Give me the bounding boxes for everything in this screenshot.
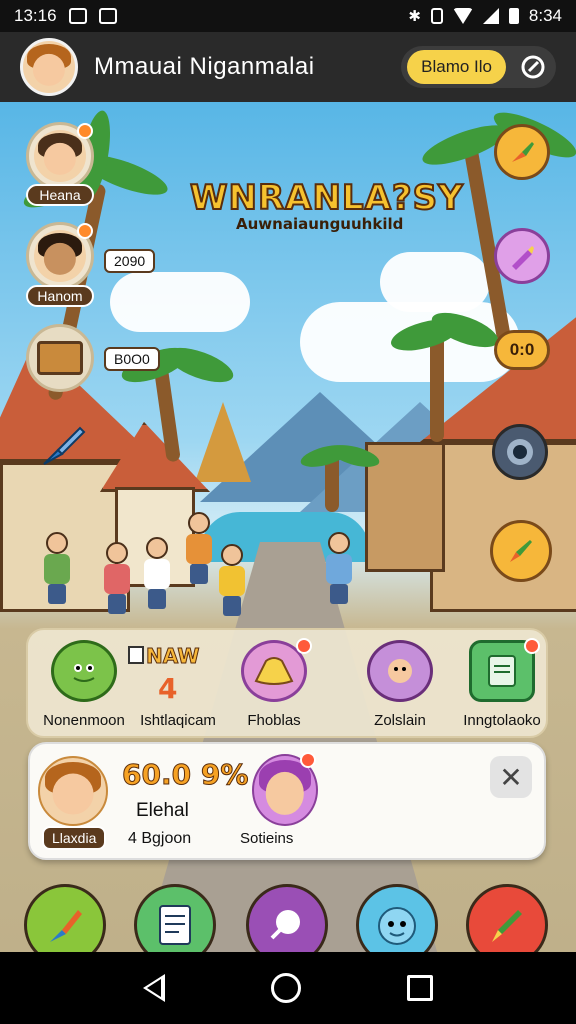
item-label: Nonenmoon [43, 712, 125, 729]
profile-name-badge: Llaxdia [42, 826, 107, 850]
item-label: Ishtlaqicam [140, 712, 216, 729]
battery-icon [508, 8, 519, 24]
header-pill: Blamo Ilo [401, 46, 556, 88]
camera-button[interactable] [492, 424, 548, 480]
paintbrush-icon [43, 426, 86, 465]
back-icon[interactable] [143, 974, 165, 1002]
villager[interactable] [40, 532, 74, 604]
status-time-left: 13:16 [14, 6, 57, 25]
paint-button[interactable] [494, 124, 550, 180]
notification-badge [296, 638, 312, 654]
villager[interactable] [215, 544, 249, 616]
player-name: Mmauai Niganmalai [94, 53, 315, 80]
close-button[interactable]: ✕ [490, 756, 532, 798]
item-new[interactable]: NAW 4 Ishtlaqicam [128, 638, 228, 734]
notification-badge [77, 223, 93, 239]
checkbox-icon[interactable] [128, 646, 144, 664]
compass-icon[interactable] [516, 50, 550, 84]
signal-icon [482, 8, 499, 24]
villager[interactable] [140, 537, 174, 609]
palm-tree [430, 332, 444, 442]
palm-leaf [162, 340, 238, 390]
pet-character-icon [378, 907, 416, 945]
profile-avatar[interactable] [38, 756, 108, 826]
search-icon [270, 910, 300, 940]
home-icon[interactable] [271, 973, 301, 1003]
item-bar: Nonenmoon NAW 4 Ishtlaqicam Fhoblas Zols… [26, 628, 548, 738]
item-inngtolaoko[interactable]: Inngtolaoko [452, 638, 552, 734]
notification-badge [524, 638, 540, 654]
dragon-icon [51, 640, 117, 702]
profile-line-1: Elehal [136, 800, 189, 821]
notification-badge [77, 123, 93, 139]
chest-count: B0O0 [104, 347, 160, 371]
item-fhoblas[interactable]: Fhoblas [224, 638, 324, 734]
friend-count: 2090 [104, 249, 156, 273]
game-subtitle: Auwnaiaunguuhkild [236, 215, 404, 233]
friend-avatar-button-2[interactable] [26, 222, 94, 290]
item-nonenmoon[interactable]: Nonenmoon [34, 638, 134, 734]
status-time-right: 8:34 [528, 6, 562, 25]
chest-button[interactable] [26, 324, 94, 392]
camera-lens-icon [507, 439, 533, 465]
friend-label: Heana [26, 184, 94, 206]
new-tag: NAW [145, 644, 200, 669]
villager[interactable] [100, 542, 134, 614]
game-title: WNRANLA?SY [189, 177, 464, 219]
temple [195, 402, 251, 482]
friend-label-2: Hanom [26, 285, 94, 307]
bluetooth-icon: ✱ [408, 8, 421, 25]
notification-badge [300, 752, 316, 768]
crayon-button[interactable] [494, 228, 550, 284]
top-header: Mmauai Niganmalai Blamo Ilo [0, 32, 576, 102]
item-label: Inngtolaoko [463, 712, 541, 729]
counter-badge: 0:0 [494, 330, 550, 370]
pencil-icon [492, 910, 522, 942]
crayon-icon [512, 246, 534, 270]
currency-button[interactable]: Blamo Ilo [407, 50, 506, 84]
item-label: Zolslain [374, 712, 426, 729]
cloud [110, 272, 250, 332]
chest-icon [37, 341, 83, 375]
recent-apps-icon[interactable] [407, 975, 433, 1001]
rocket-icon [510, 540, 532, 562]
item-label: Fhoblas [247, 712, 301, 729]
brush-tool-button[interactable] [34, 418, 90, 474]
character-icon [367, 640, 433, 702]
cloud [380, 252, 490, 312]
profile-card: Llaxdia 60.0 9% Elehal 4 Bgjoon Sotieins… [28, 742, 546, 860]
character-label: Sotieins [240, 830, 294, 847]
villager[interactable] [322, 532, 356, 604]
wifi-icon [452, 8, 473, 24]
rocket-button[interactable] [490, 520, 552, 582]
new-number: 4 [158, 672, 178, 705]
friend-avatar-button[interactable] [26, 122, 94, 190]
status-bar: 13:16 ✱ 8:34 [0, 0, 576, 32]
vibrate-icon [430, 8, 443, 24]
item-zolslain[interactable]: Zolslain [350, 638, 450, 734]
player-avatar[interactable] [20, 38, 78, 96]
system-nav-bar [0, 952, 576, 1024]
paintbrush-icon [512, 142, 534, 162]
paintbrush-icon [50, 910, 82, 942]
notification-icon [68, 8, 87, 24]
profile-line-2: 4 Bgjoon [128, 830, 192, 847]
progress-percent: 60.0 9% [121, 758, 249, 792]
document-icon [159, 905, 191, 945]
villager[interactable] [182, 512, 216, 584]
app-notification-icon [98, 8, 117, 24]
